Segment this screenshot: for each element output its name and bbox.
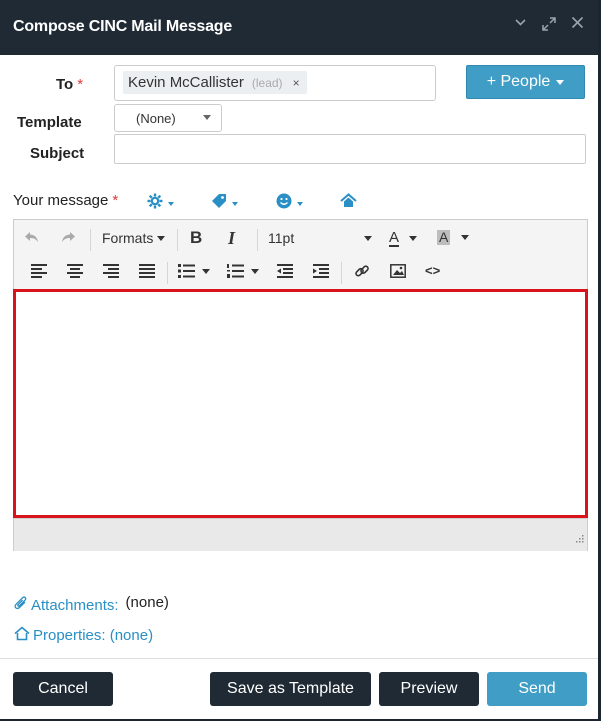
recipient-chip: Kevin McCallister (lead) × [123, 71, 307, 94]
chevron-down-icon [251, 268, 259, 274]
preview-button[interactable]: Preview [379, 672, 479, 706]
indent-icon[interactable] [313, 264, 329, 278]
paperclip-icon [14, 596, 28, 615]
required-marker: * [77, 76, 84, 93]
recipient-remove-button[interactable]: × [293, 76, 300, 90]
toolbar-separator [167, 262, 168, 284]
align-right-icon[interactable] [103, 264, 119, 278]
toolbar-separator [177, 229, 178, 251]
outdent-icon[interactable] [277, 264, 293, 278]
toolbar-separator [341, 262, 342, 284]
text-color-button[interactable]: A [389, 229, 418, 247]
dropdown-caret-icon [203, 115, 211, 120]
merge-tags-menu-button[interactable] [211, 193, 238, 214]
dialog-titlebar: Compose CINC Mail Message [0, 0, 598, 55]
chevron-down-icon [232, 201, 238, 206]
chevron-down-icon [297, 201, 303, 206]
editor-toolbar-row-1: Formats B I 11pt A A [14, 224, 587, 256]
chevron-down-icon [409, 236, 418, 241]
chevron-down-icon [202, 268, 210, 274]
template-selected-value: (None) [136, 111, 176, 126]
close-icon[interactable] [571, 16, 584, 32]
chevron-down-icon [556, 79, 565, 85]
home-icon [14, 626, 30, 645]
chevron-down-icon [461, 235, 470, 240]
message-label-text: Your message [13, 192, 109, 209]
send-button[interactable]: Send [487, 672, 587, 706]
background-color-button[interactable]: A [437, 229, 470, 245]
properties-row: Properties: (none) [14, 626, 153, 645]
editor-toolbar-row-2: <> [14, 257, 587, 289]
text-color-icon: A [389, 229, 400, 247]
recipient-tag: (lead) [251, 75, 283, 90]
emoji-menu-button[interactable] [276, 193, 303, 214]
resize-handle-icon[interactable] [576, 530, 584, 548]
template-select[interactable]: (None) [114, 104, 222, 132]
home-icon [340, 193, 357, 214]
numbered-list-icon [227, 264, 244, 278]
image-icon[interactable] [390, 264, 406, 278]
dialog-footer: Cancel Save as Template Preview Send [0, 658, 598, 719]
font-size-value: 11pt [268, 230, 295, 246]
save-as-template-button[interactable]: Save as Template [210, 672, 371, 706]
dialog-body: To * Kevin McCallister (lead) × + People … [0, 55, 598, 658]
chevron-down-icon [157, 235, 166, 241]
to-label: To * [56, 76, 83, 93]
link-icon[interactable] [354, 263, 370, 279]
smiley-icon [276, 193, 292, 214]
align-center-icon[interactable] [67, 264, 83, 278]
to-label-text: To [56, 76, 74, 93]
editor-statusbar [14, 518, 587, 551]
source-code-button[interactable]: <> [425, 263, 440, 278]
chevron-down-icon [168, 201, 174, 206]
dialog-title: Compose CINC Mail Message [13, 18, 233, 35]
attachments-link[interactable]: Attachments: [31, 597, 119, 614]
rich-text-editor: Formats B I 11pt A A <> [13, 219, 588, 551]
template-label: Template [17, 114, 82, 131]
message-body-editor[interactable] [13, 289, 588, 518]
cancel-button[interactable]: Cancel [13, 672, 113, 706]
gear-icon [147, 193, 163, 214]
subject-input[interactable] [114, 134, 586, 164]
chevron-down-icon [364, 235, 372, 241]
bullet-list-button[interactable] [178, 264, 210, 278]
numbered-list-button[interactable] [227, 264, 259, 278]
settings-menu-button[interactable] [147, 193, 174, 214]
toolbar-separator [90, 229, 91, 251]
formats-dropdown[interactable]: Formats [102, 230, 166, 246]
attachments-value: (none) [125, 594, 169, 611]
compose-dialog: Compose CINC Mail Message To * Kevin McCa… [0, 0, 601, 721]
italic-button[interactable]: I [228, 228, 235, 249]
font-size-dropdown[interactable]: 11pt [268, 230, 372, 246]
to-recipients-input[interactable]: Kevin McCallister (lead) × [114, 65, 436, 101]
add-people-label: + People [486, 73, 551, 90]
properties-link[interactable]: Properties: (none) [33, 627, 153, 644]
align-justify-icon[interactable] [139, 264, 155, 278]
required-marker: * [112, 192, 119, 209]
recipient-name: Kevin McCallister [128, 74, 244, 91]
toolbar-separator [257, 229, 258, 251]
bold-button[interactable]: B [190, 228, 202, 248]
expand-icon[interactable] [541, 16, 557, 32]
subject-label: Subject [30, 145, 85, 162]
message-label: Your message * [13, 192, 118, 209]
background-color-icon: A [437, 229, 451, 245]
bullet-list-icon [178, 264, 195, 278]
add-people-button[interactable]: + People [466, 65, 585, 99]
redo-icon[interactable] [60, 230, 76, 244]
tag-icon [211, 193, 227, 214]
attachments-row: Attachments: (none) [14, 594, 169, 615]
formats-label: Formats [102, 230, 154, 246]
property-insert-button[interactable] [340, 193, 357, 214]
chevron-down-icon[interactable] [514, 16, 527, 32]
align-left-icon[interactable] [31, 264, 47, 278]
undo-icon[interactable] [24, 230, 40, 244]
window-controls [514, 16, 584, 32]
